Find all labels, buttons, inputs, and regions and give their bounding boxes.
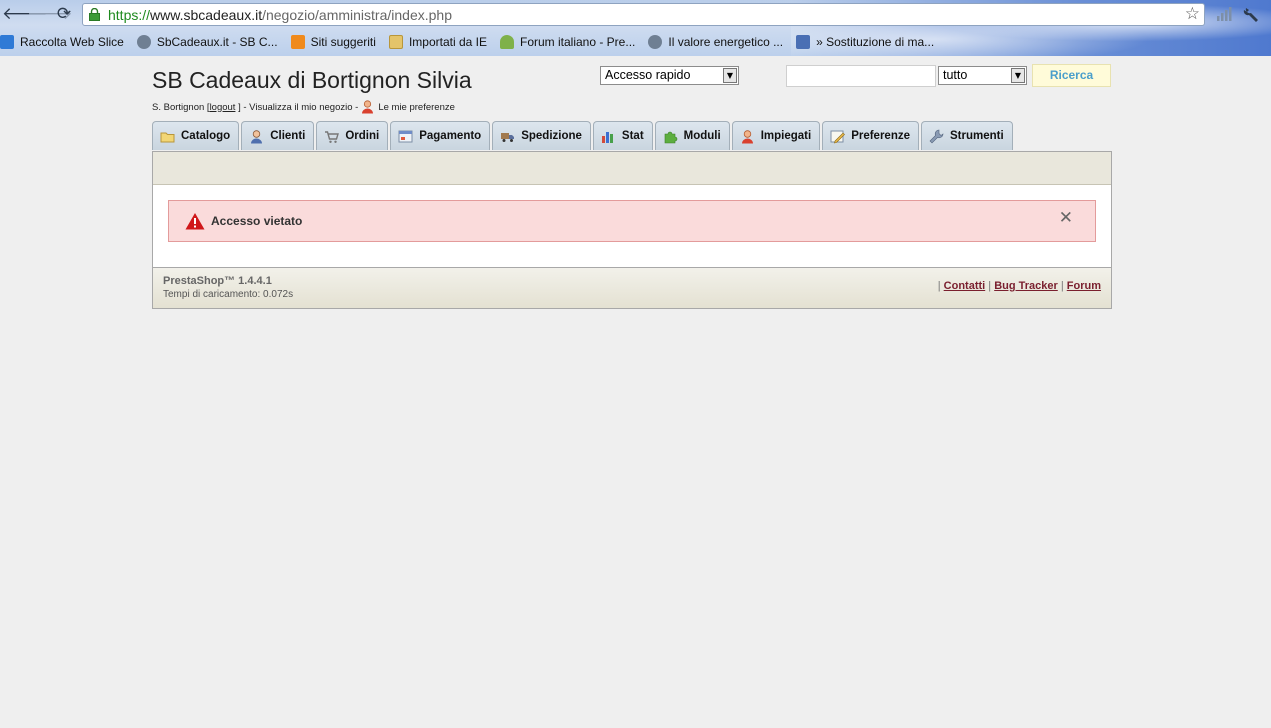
address-bar[interactable]: https://www.sbcadeaux.it/negozio/amminis… — [82, 3, 1205, 26]
user-name: S. Bortignon [ — [152, 101, 210, 113]
forum-link[interactable]: Forum — [1067, 280, 1101, 292]
chevron-down-icon: ▼ — [723, 68, 737, 83]
bookmarks-bar: Raccolta Web Slice SbCadeaux.it - SB C..… — [0, 32, 947, 52]
chart-icon — [601, 131, 613, 143]
preferences-icon — [830, 130, 846, 143]
employee-icon — [741, 129, 753, 143]
payment-icon — [398, 130, 413, 142]
url-text: https://www.sbcadeaux.it/negozio/amminis… — [108, 7, 452, 23]
prestashop-version: PrestaShop™ 1.4.4.1 — [163, 275, 272, 287]
back-button[interactable]: 🡐 — [2, 4, 48, 24]
chevron-down-icon: ▼ — [1011, 68, 1025, 83]
signal-icon[interactable] — [1217, 7, 1232, 21]
tab-label: Stat — [621, 130, 644, 142]
site-icon — [796, 35, 811, 49]
search-button[interactable]: Ricerca — [1032, 64, 1111, 87]
url-host: www.sbcadeaux.it — [150, 7, 263, 23]
quick-access-select[interactable]: Accesso rapido ▼ — [600, 66, 739, 85]
search-scope-value: tutto — [943, 68, 968, 82]
tab-label: Spedizione — [521, 130, 582, 142]
tab-moduli[interactable]: Moduli — [654, 121, 730, 150]
bookmark-label: » Sostituzione di ma... — [816, 35, 935, 49]
tab-ordini[interactable]: Ordini — [316, 121, 389, 150]
bookmark-item[interactable]: Siti suggeriti — [290, 32, 389, 52]
tab-label: Catalogo — [181, 130, 231, 142]
warning-icon — [185, 213, 205, 230]
globe-icon — [136, 35, 151, 49]
tab-label: Ordini — [345, 130, 380, 142]
url-path: /negozio/amministra/index.php — [262, 7, 452, 23]
sub-tabs-bar — [153, 152, 1111, 185]
tab-pagamento[interactable]: Pagamento — [390, 121, 491, 150]
lock-icon — [89, 8, 100, 21]
tab-strumenti[interactable]: Strumenti — [921, 121, 1013, 150]
bookmark-star-icon[interactable]: ☆ — [1185, 4, 1200, 24]
bookmark-item[interactable]: Forum italiano - Pre... — [499, 32, 648, 52]
bookmark-label: Forum italiano - Pre... — [519, 35, 636, 49]
user-line: S. Bortignon [logout ] - Visualizza il m… — [152, 100, 455, 114]
url-scheme: https:// — [108, 7, 151, 23]
close-icon[interactable]: ✕ — [1059, 208, 1073, 228]
tab-stat[interactable]: Stat — [592, 121, 653, 150]
globe-icon — [648, 35, 663, 49]
tab-spedizione[interactable]: Spedizione — [492, 121, 591, 150]
ie-icon — [0, 35, 14, 49]
bookmark-label: Importati da IE — [408, 35, 487, 49]
wrench-icon — [929, 129, 944, 143]
puzzle-icon — [664, 131, 677, 143]
main-tabs: Catalogo Clienti Ordini Pagamento Spediz… — [152, 121, 1015, 151]
alert-message: Accesso vietato — [211, 214, 303, 228]
tab-label: Preferenze — [851, 130, 910, 142]
tab-label: Pagamento — [419, 130, 482, 142]
bookmark-item[interactable]: » Sostituzione di ma... — [796, 32, 947, 52]
folder-icon — [160, 132, 175, 142]
reload-button[interactable]: ⟳ — [54, 4, 74, 24]
tab-label: Clienti — [270, 130, 306, 142]
bookmark-item[interactable]: SbCadeaux.it - SB C... — [136, 32, 291, 52]
load-time: Tempi di caricamento: 0.072s — [163, 289, 294, 300]
error-alert: Accesso vietato ✕ — [168, 200, 1096, 242]
tab-impiegati[interactable]: Impiegati — [731, 121, 821, 150]
forward-button[interactable]: 🡒 — [27, 4, 73, 24]
bookmark-item[interactable]: Il valore energetico ... — [648, 32, 796, 52]
bookmark-label: SbCadeaux.it - SB C... — [156, 35, 278, 49]
tab-label: Moduli — [683, 130, 721, 142]
shop-title: SB Cadeaux di Bortignon Silvia — [152, 67, 472, 93]
lightbulb-icon — [290, 35, 305, 49]
truck-icon — [501, 132, 515, 142]
tab-preferenze[interactable]: Preferenze — [822, 121, 919, 150]
extension-icons — [1217, 7, 1258, 22]
bookmark-label: Il valore energetico ... — [668, 35, 784, 49]
folder-icon — [388, 35, 403, 49]
prestashop-icon — [499, 35, 514, 49]
footer: PrestaShop™ 1.4.4.1 Tempi di caricamento… — [152, 267, 1112, 309]
cart-icon — [325, 130, 340, 143]
bookmark-item[interactable]: Importati da IE — [388, 32, 500, 52]
bug-tracker-link[interactable]: Bug Tracker — [994, 280, 1058, 292]
search-input[interactable] — [786, 65, 936, 87]
tab-catalogo[interactable]: Catalogo — [152, 121, 240, 150]
quick-access-value: Accesso rapido — [605, 68, 691, 82]
customer-icon — [251, 129, 263, 143]
bookmark-label: Raccolta Web Slice — [20, 35, 124, 49]
bookmark-label: Siti suggeriti — [310, 35, 376, 49]
tab-clienti[interactable]: Clienti — [241, 121, 315, 150]
preferences-link[interactable]: Le mie preferenze — [378, 102, 455, 113]
footer-links: | Contatti | Bug Tracker | Forum — [937, 280, 1101, 292]
logout-link[interactable]: logout — [210, 102, 236, 113]
tab-label: Strumenti — [950, 130, 1004, 142]
tab-label: Impiegati — [760, 130, 812, 142]
view-shop-text[interactable]: ] - Visualizza il mio negozio - — [238, 102, 358, 113]
bookmark-item[interactable]: Raccolta Web Slice — [0, 32, 137, 52]
wrench-menu-icon[interactable] — [1243, 8, 1258, 22]
search-scope-select[interactable]: tutto ▼ — [938, 66, 1027, 85]
browser-chrome: 🡐 🡒 ⟳ https://www.sbcadeaux.it/negozio/a… — [0, 0, 1271, 56]
user-preferences-icon — [362, 100, 374, 114]
contact-link[interactable]: Contatti — [944, 280, 986, 292]
